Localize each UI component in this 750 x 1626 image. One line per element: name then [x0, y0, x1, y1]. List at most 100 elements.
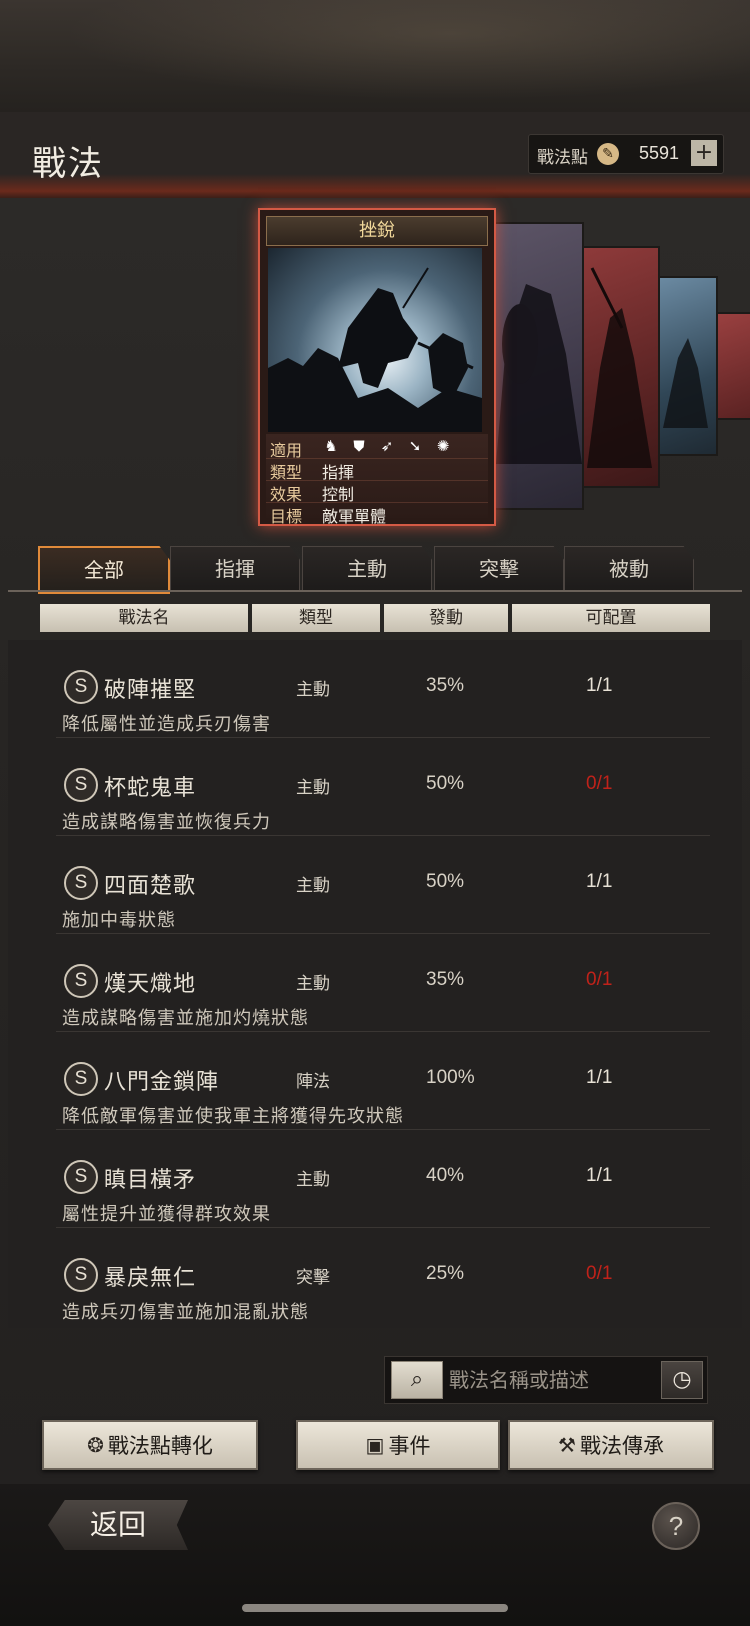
skill-rate: 25% [426, 1263, 465, 1284]
bow-icon: ➶ [380, 437, 394, 455]
info-row-type: 類型 指揮 [266, 458, 488, 482]
list-item[interactable]: S 八門金鎖陣 陣法 100% 1/1 降低敵軍傷害並使我軍主將獲得先攻狀態 [8, 1032, 742, 1130]
list-item[interactable]: S 四面楚歌 主動 50% 1/1 施加中毒狀態 [8, 836, 742, 934]
skill-availability: 1/1 [586, 675, 613, 696]
list-item[interactable]: S 暴戾無仁 突擊 25% 0/1 造成兵刃傷害並施加混亂狀態 [8, 1228, 742, 1326]
tab-passive[interactable]: 被動 [564, 546, 694, 592]
skill-type: 主動 [296, 680, 330, 700]
column-header-available[interactable]: 可配置 [512, 604, 710, 632]
events-button[interactable]: ▣ 事件 [296, 1420, 500, 1470]
skill-availability: 1/1 [586, 1067, 613, 1088]
carousel-card[interactable] [656, 276, 718, 456]
list-item[interactable]: S 熯天熾地 主動 35% 0/1 造成謀略傷害並施加灼燒狀態 [8, 934, 742, 1032]
info-label: 目標 [270, 507, 303, 526]
spear-icon: ➘ [408, 437, 422, 455]
event-icon: ▣ [365, 1433, 385, 1457]
tab-active[interactable]: 主動 [302, 546, 432, 592]
search-input[interactable] [447, 1361, 651, 1399]
back-button[interactable]: 返回 [48, 1500, 188, 1550]
events-label: 事件 [388, 1434, 431, 1458]
tactic-points-display: 戰法點 ✎ 5591 + [528, 134, 724, 174]
skill-type: 突擊 [296, 1268, 330, 1288]
column-header-rate[interactable]: 發動 [384, 604, 508, 632]
top-backdrop [0, 0, 750, 112]
card-artwork [268, 248, 482, 432]
wheel-icon: ✺ [436, 437, 450, 455]
tactic-list[interactable]: S 破陣摧堅 主動 35% 1/1 降低屬性並造成兵刃傷害 S 杯蛇鬼車 主動 … [8, 640, 742, 1328]
skill-rate: 50% [426, 871, 465, 892]
skill-name: 八門金鎖陣 [104, 1070, 220, 1095]
skill-description: 降低屬性並造成兵刃傷害 [62, 714, 271, 735]
header-bar: 戰法 戰法點 ✎ 5591 + [0, 112, 750, 198]
add-points-button[interactable]: + [691, 140, 717, 166]
flame-icon: ❂ [87, 1433, 104, 1457]
inherit-tactic-label: 戰法傳承 [579, 1434, 664, 1458]
grade-badge: S [64, 1258, 98, 1292]
tab-all[interactable]: 全部 [38, 546, 170, 594]
skill-name: 杯蛇鬼車 [104, 776, 197, 801]
search-button[interactable]: ⌕ [391, 1361, 443, 1399]
carousel-card[interactable] [714, 312, 750, 420]
skill-description: 造成謀略傷害並恢復兵力 [62, 812, 271, 833]
skill-name: 熯天熾地 [104, 972, 197, 997]
skill-description: 造成兵刃傷害並施加混亂狀態 [62, 1302, 309, 1323]
grade-badge: S [64, 964, 98, 998]
skill-availability: 0/1 [586, 1263, 613, 1284]
skill-description: 降低敵軍傷害並使我軍主將獲得先攻狀態 [62, 1106, 404, 1127]
grade-badge: S [64, 1062, 98, 1096]
skill-type: 陣法 [296, 1072, 330, 1092]
column-header-type[interactable]: 類型 [252, 604, 380, 632]
grade-badge: S [64, 866, 98, 900]
points-label: 戰法點 [537, 148, 588, 168]
skill-rate: 100% [426, 1067, 475, 1088]
skill-type: 主動 [296, 1170, 330, 1190]
skill-name: 瞋目橫矛 [104, 1168, 197, 1193]
skill-name: 破陣摧堅 [104, 678, 197, 703]
skill-rate: 50% [426, 773, 465, 794]
grade-badge: S [64, 1160, 98, 1194]
list-item[interactable]: S 瞋目橫矛 主動 40% 1/1 屬性提升並獲得群攻效果 [8, 1130, 742, 1228]
info-row-target: 目標 敵軍單體 [266, 502, 488, 526]
feather-icon: ✎ [597, 143, 619, 165]
skill-rate: 35% [426, 969, 465, 990]
convert-points-button[interactable]: ❂ 戰法點轉化 [42, 1420, 258, 1470]
tab-command[interactable]: 指揮 [170, 546, 300, 592]
skill-description: 造成謀略傷害並施加灼燒狀態 [62, 1008, 309, 1029]
carousel-card[interactable] [494, 222, 584, 510]
convert-points-label: 戰法點轉化 [107, 1434, 213, 1458]
card-title: 挫銳 [266, 216, 488, 246]
list-item[interactable]: S 杯蛇鬼車 主動 50% 0/1 造成謀略傷害並恢復兵力 [8, 738, 742, 836]
skill-type: 主動 [296, 974, 330, 994]
skill-description: 屬性提升並獲得群攻效果 [62, 1204, 271, 1225]
list-item[interactable]: S 破陣摧堅 主動 35% 1/1 降低屬性並造成兵刃傷害 [8, 640, 742, 738]
card-info-panel: 適用 ♞ ⛊ ➶ ➘ ✺ 類型 指揮 效果 控制 目標 敵軍單體 [266, 434, 488, 526]
info-value: 敵軍單體 [322, 507, 387, 526]
skill-name: 四面楚歌 [104, 874, 197, 899]
skill-rate: 40% [426, 1165, 465, 1186]
skill-name: 暴戾無仁 [104, 1266, 197, 1291]
tab-assault[interactable]: 突擊 [434, 546, 564, 592]
hammer-icon: ⚒ [558, 1433, 576, 1457]
grade-badge: S [64, 670, 98, 704]
column-header-name[interactable]: 戰法名 [40, 604, 248, 632]
shield-icon: ⛊ [353, 437, 365, 455]
skill-rate: 35% [426, 675, 465, 696]
page-title: 戰法 [32, 144, 104, 184]
home-indicator[interactable] [242, 1604, 508, 1612]
grade-badge: S [64, 768, 98, 802]
inherit-tactic-button[interactable]: ⚒ 戰法傳承 [508, 1420, 714, 1470]
selected-tactic-card[interactable]: 挫銳 適用 ♞ ⛊ ➶ ➘ ✺ 類型 指揮 效果 控制 目標 敵軍單體 [258, 208, 496, 526]
tab-divider [8, 590, 742, 592]
skill-availability: 0/1 [586, 773, 613, 794]
skill-availability: 1/1 [586, 871, 613, 892]
info-row-applicable: 適用 ♞ ⛊ ➶ ➘ ✺ [266, 436, 488, 460]
skill-type: 主動 [296, 778, 330, 798]
applicable-icons: ♞ ⛊ ➶ ➘ ✺ [322, 436, 452, 458]
history-button[interactable]: ◷ [661, 1361, 703, 1399]
carousel-card[interactable] [580, 246, 660, 488]
skill-type: 主動 [296, 876, 330, 896]
skill-availability: 0/1 [586, 969, 613, 990]
help-button[interactable]: ? [652, 1502, 700, 1550]
clock-icon: ◷ [672, 1367, 692, 1392]
info-row-effect: 效果 控制 [266, 480, 488, 504]
